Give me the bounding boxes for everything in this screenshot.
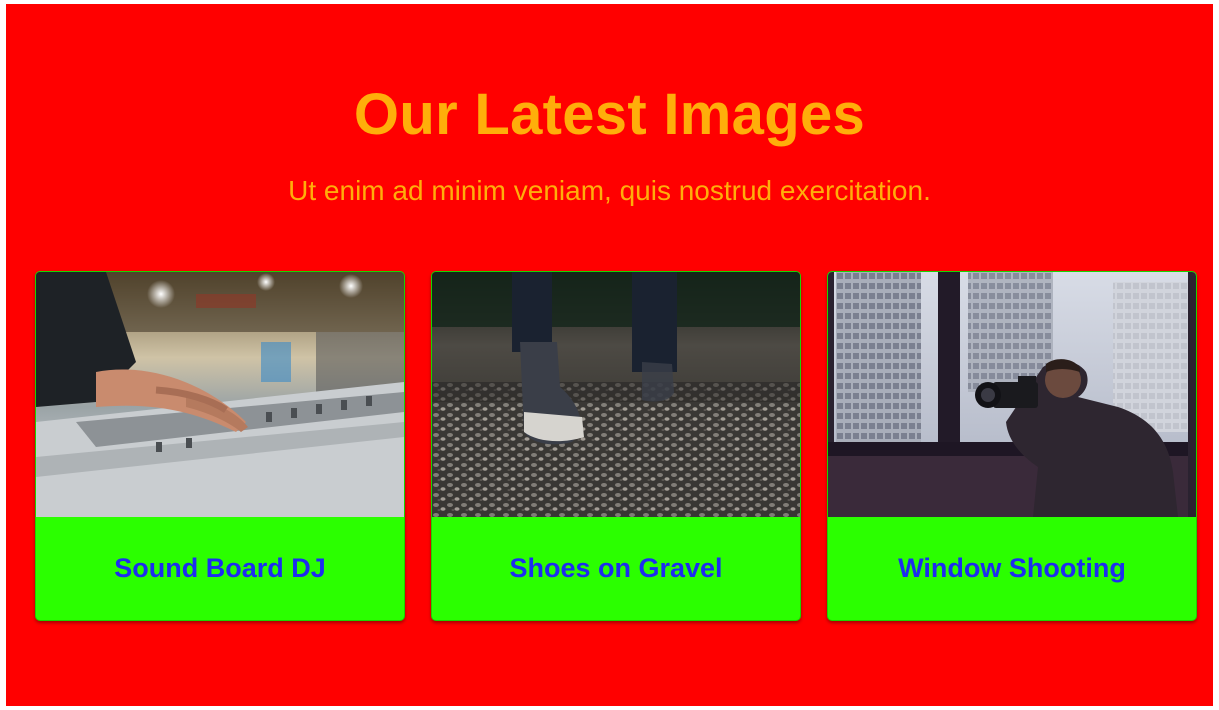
image-card-window-shooting[interactable]: Window Shooting xyxy=(827,271,1197,621)
section-title: Our Latest Images xyxy=(353,82,866,147)
shoes-on-gravel-photo[interactable] xyxy=(432,272,800,517)
section-subtitle: Ut enim ad minim veniam, quis nostrud ex… xyxy=(288,175,931,206)
image-card-shoes-on-gravel[interactable]: Shoes on Gravel xyxy=(431,271,801,621)
latest-images-section: Our Latest Images Ut enim ad minim venia… xyxy=(6,4,1213,706)
sound-board-dj-photo[interactable] xyxy=(36,272,404,517)
card-caption[interactable]: Sound Board DJ xyxy=(36,517,404,620)
window-shooting-photo[interactable] xyxy=(828,272,1196,517)
card-caption[interactable]: Window Shooting xyxy=(828,517,1196,620)
card-caption[interactable]: Shoes on Gravel xyxy=(432,517,800,620)
image-card-sound-board-dj[interactable]: Sound Board DJ xyxy=(35,271,405,621)
